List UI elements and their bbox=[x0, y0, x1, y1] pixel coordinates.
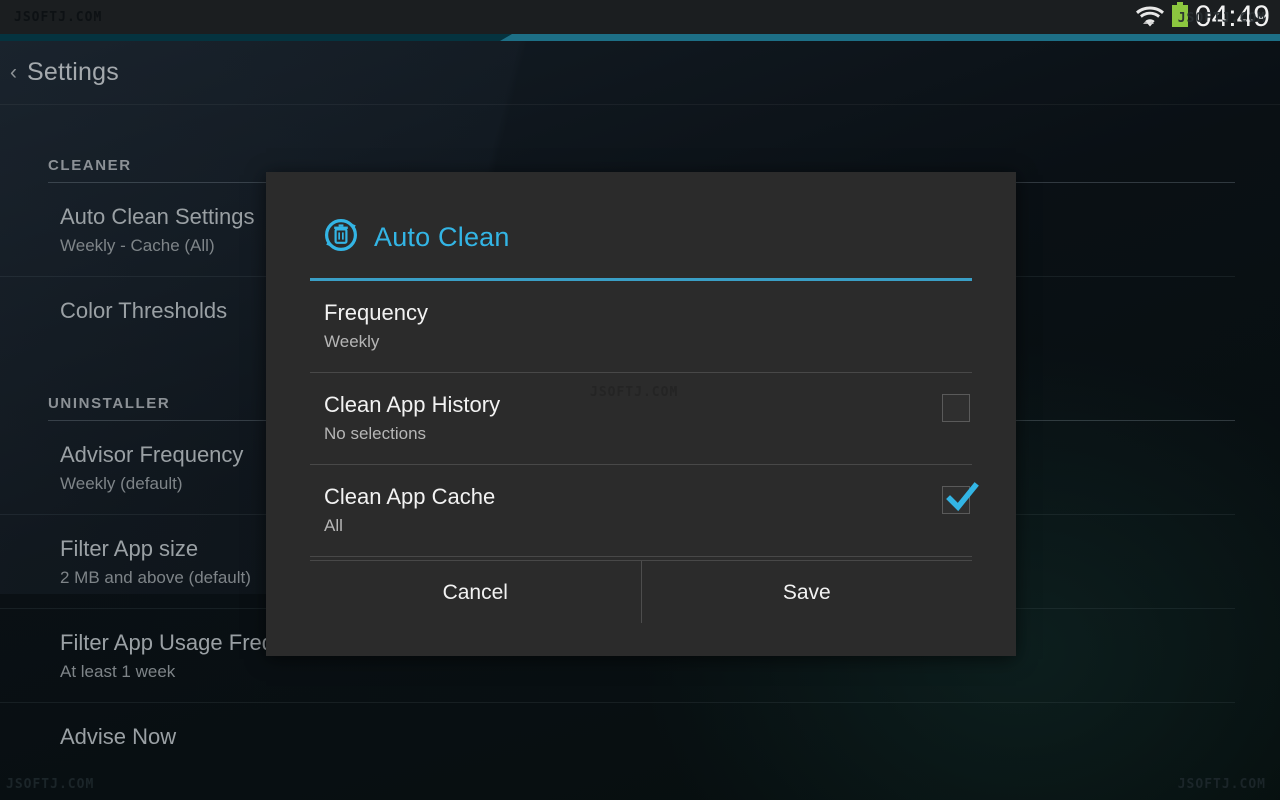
row-title: Clean App History bbox=[324, 392, 501, 417]
row-text: Frequency Weekly bbox=[324, 299, 428, 354]
section-header-cleaner: CLEANER bbox=[48, 157, 132, 174]
save-button[interactable]: Save bbox=[642, 561, 973, 656]
screen: JSOFTJ.COM 04:49 JSOFTJ.COM ‹ Settings C… bbox=[0, 0, 1280, 800]
status-bar-right: 04:49 JSOFTJ.COM bbox=[1135, 0, 1270, 33]
row-subtitle: All bbox=[324, 516, 343, 535]
status-bar-clock: 04:49 bbox=[1194, 0, 1270, 33]
checkbox-clean-app-cache[interactable] bbox=[942, 482, 979, 514]
dialog-row-clean-app-history[interactable]: Clean App History No selections JSOFTJ.C… bbox=[310, 373, 972, 465]
wifi-icon bbox=[1135, 2, 1165, 33]
dialog-title: Auto Clean bbox=[374, 222, 510, 252]
back-chevron-icon[interactable]: ‹ bbox=[6, 58, 21, 87]
page-title: Settings bbox=[27, 58, 119, 86]
action-bar: ‹ Settings bbox=[0, 41, 1280, 105]
row-subtitle: Weekly bbox=[324, 332, 380, 351]
checkmark-icon bbox=[942, 479, 980, 517]
status-bar: JSOFTJ.COM 04:49 JSOFTJ.COM bbox=[0, 0, 1280, 34]
battery-icon bbox=[1171, 1, 1189, 33]
sidebar-item-advise-now[interactable]: Advise Now bbox=[0, 703, 1235, 769]
watermark-bottom-right: JSOFTJ.COM bbox=[1177, 777, 1266, 792]
watermark-bottom-left: JSOFTJ.COM bbox=[6, 777, 95, 792]
row-title: Clean App Cache bbox=[324, 484, 496, 509]
row-text: Clean App History No selections bbox=[324, 391, 500, 446]
dialog-row-frequency[interactable]: Frequency Weekly bbox=[310, 281, 972, 373]
row-title: Frequency bbox=[324, 300, 428, 325]
auto-clean-dialog: Auto Clean Frequency Weekly Clean App Hi… bbox=[266, 172, 1016, 656]
dialog-header: Auto Clean bbox=[266, 172, 1016, 257]
checkbox-clean-app-history[interactable] bbox=[942, 394, 970, 422]
auto-clean-recycle-trash-icon bbox=[324, 218, 358, 257]
watermark-dialog: JSOFTJ.COM bbox=[590, 385, 679, 400]
row-text: Clean App Cache All bbox=[324, 483, 495, 538]
list-item-subtitle: At least 1 week bbox=[60, 662, 176, 681]
accent-strip-highlight bbox=[500, 34, 1280, 41]
row-subtitle: No selections bbox=[324, 424, 427, 443]
dialog-row-clean-app-cache[interactable]: Clean App Cache All bbox=[310, 465, 979, 557]
dialog-body: Frequency Weekly Clean App History No se… bbox=[266, 281, 1016, 560]
accent-strip bbox=[0, 34, 1280, 41]
status-bar-watermark: JSOFTJ.COM bbox=[14, 9, 103, 25]
list-item-title: Advise Now bbox=[60, 724, 177, 749]
dialog-button-bar: Cancel Save bbox=[310, 560, 972, 656]
cancel-button[interactable]: Cancel bbox=[310, 561, 641, 656]
